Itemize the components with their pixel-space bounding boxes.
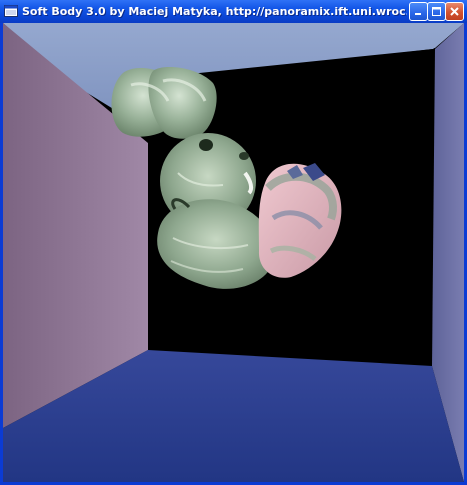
close-button[interactable] <box>445 2 464 21</box>
minimize-button[interactable] <box>409 2 428 21</box>
title-bar[interactable]: Soft Body 3.0 by Maciej Matyka, http://p… <box>0 0 467 23</box>
app-icon[interactable] <box>4 4 18 18</box>
render-viewport[interactable] <box>3 23 464 482</box>
minimize-icon <box>415 13 421 15</box>
app-window: Soft Body 3.0 by Maciej Matyka, http://p… <box>0 0 467 485</box>
close-icon <box>450 7 459 16</box>
scene-canvas <box>3 23 464 482</box>
maximize-icon <box>432 7 441 16</box>
window-title: Soft Body 3.0 by Maciej Matyka, http://p… <box>22 5 407 18</box>
maximize-button[interactable] <box>427 2 446 21</box>
